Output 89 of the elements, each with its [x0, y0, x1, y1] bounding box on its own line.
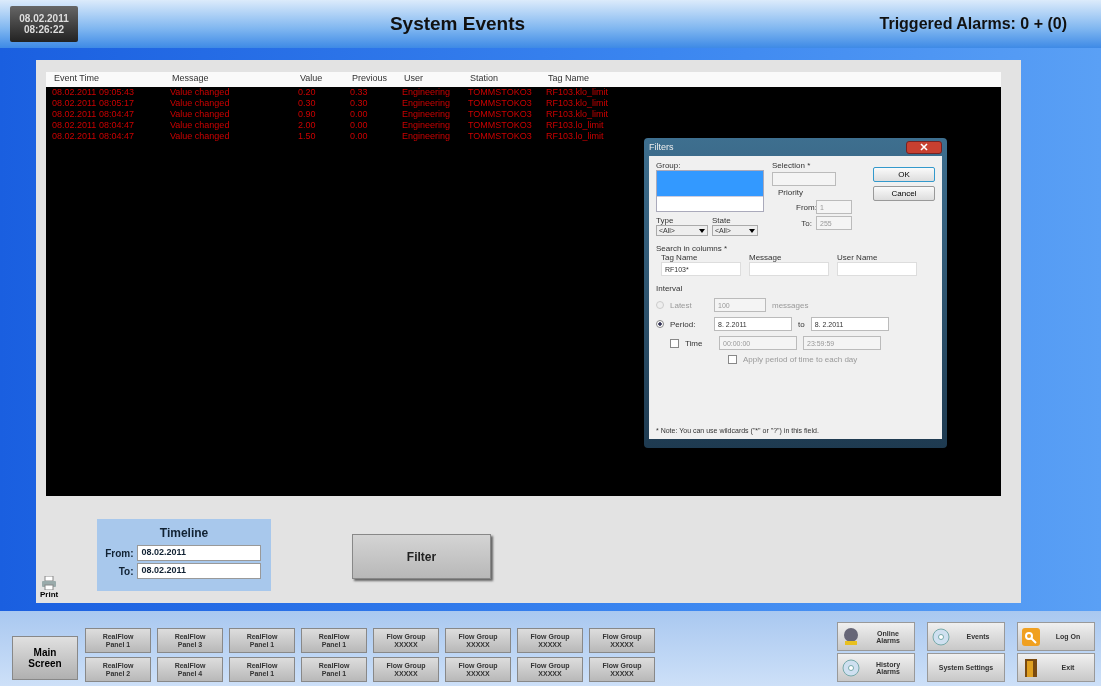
table-cell: 08.02.2011 08:04:47: [52, 109, 134, 119]
table-cell: Engineering: [402, 87, 451, 97]
table-cell: Engineering: [402, 98, 451, 108]
to-label: to: [798, 319, 805, 329]
table-cell: TOMMSTOKO3: [468, 87, 532, 97]
column-header[interactable]: Event Time: [54, 73, 100, 83]
table-cell: 0.00: [350, 120, 368, 130]
table-cell: 08.02.2011 08:04:47: [52, 120, 134, 130]
table-cell: Value changed: [170, 120, 230, 130]
field-label: User Name: [837, 253, 879, 262]
from-label: From:: [104, 547, 134, 559]
group-list[interactable]: [656, 170, 764, 212]
search-columns-label: Search in columns *: [656, 244, 729, 253]
column-header[interactable]: Value: [300, 73, 323, 83]
table-cell: 0.00: [350, 131, 368, 141]
table-cell: 2.00: [298, 120, 316, 130]
key-icon: [1021, 626, 1041, 647]
table-cell: RF103.klo_limit: [546, 98, 609, 108]
messages-label: messages: [772, 300, 809, 310]
table-cell: Engineering: [402, 109, 451, 119]
table-cell: RF103.klo_limit: [546, 87, 609, 97]
timeline-title: Timeline: [159, 526, 209, 540]
close-button[interactable]: [906, 140, 942, 154]
table-cell: 08.02.2011 08:05:17: [52, 98, 134, 108]
table-cell: 0.20: [298, 87, 316, 97]
interval-label: Interval: [656, 284, 684, 293]
table-cell: RF103.lo_limit: [546, 120, 604, 130]
table-cell: 0.30: [350, 98, 368, 108]
table-cell: Value changed: [170, 87, 230, 97]
list-item[interactable]: [657, 171, 763, 197]
latest-label: Latest: [670, 300, 693, 310]
column-header[interactable]: Message: [172, 73, 209, 83]
close-icon: [920, 143, 928, 151]
column-header[interactable]: Tag Name: [548, 73, 590, 83]
disc-icon: [841, 657, 861, 678]
column-header[interactable]: Previous: [352, 73, 387, 83]
filter-button[interactable]: Filter: [352, 534, 491, 579]
disc-icon: [931, 626, 951, 647]
time-checkbox[interactable]: [670, 338, 679, 348]
dialog-title: Filters: [649, 142, 674, 152]
table-cell: 0.00: [350, 109, 368, 119]
date-field[interactable]: 08.02.2011: [136, 563, 261, 579]
table-cell: Engineering: [402, 120, 451, 130]
table-cell: TOMMSTOKO3: [468, 109, 532, 119]
selection-field[interactable]: [772, 172, 836, 186]
state-label: State: [712, 216, 731, 225]
priority-label: Priority: [778, 188, 804, 197]
period-radio[interactable]: [656, 320, 664, 328]
table-cell: 1.50: [298, 131, 316, 141]
table-cell: RF103.lo_limit: [546, 131, 604, 141]
table-cell: RF103.klo_limit: [546, 109, 609, 119]
ok-button[interactable]: OK: [873, 167, 935, 182]
group-label: Group:: [656, 161, 682, 170]
type-label: Type: [656, 216, 674, 225]
alarm-bell-icon: [841, 626, 861, 647]
table-cell: Value changed: [170, 131, 230, 141]
field-label: Tag Name: [661, 253, 699, 262]
dropdown-arrow-icon: [749, 228, 755, 233]
selection-label: Selection *: [772, 161, 812, 170]
main-screen-button[interactable]: Main Screen: [12, 636, 78, 680]
to-label: To:: [117, 565, 134, 577]
table-cell: 0.90: [298, 109, 316, 119]
table-cell: 0.30: [298, 98, 316, 108]
table-cell: Value changed: [170, 109, 230, 119]
table-cell: TOMMSTOKO3: [468, 120, 532, 130]
column-header[interactable]: User: [404, 73, 423, 83]
triggered-alarms-count: Triggered Alarms: 0 + (0): [878, 15, 1067, 33]
window-title: System Events: [388, 13, 527, 35]
date-field[interactable]: 08.02.2011: [136, 545, 261, 561]
table-cell: TOMMSTOKO3: [468, 98, 532, 108]
table-cell: Engineering: [402, 131, 451, 141]
search-field[interactable]: [837, 262, 917, 276]
search-field[interactable]: [749, 262, 829, 276]
date-time-display: 08.02.2011 08:26:22: [10, 6, 78, 42]
column-header[interactable]: Station: [470, 73, 499, 83]
period-label: Period:: [670, 319, 697, 329]
apply-checkbox[interactable]: [728, 355, 737, 364]
time-label: Time: [685, 338, 704, 348]
dropdown-arrow-icon: [699, 228, 705, 233]
table-cell: TOMMSTOKO3: [468, 131, 532, 141]
field-label: Message: [749, 253, 783, 262]
apply-label: Apply period of time to each day: [743, 355, 858, 364]
table-cell: 08.02.2011 09:05:43: [52, 87, 134, 97]
table-cell: Value changed: [170, 98, 230, 108]
table-cell: 0.33: [350, 87, 368, 97]
to-label: To:: [800, 218, 812, 228]
cancel-button[interactable]: Cancel: [873, 186, 935, 201]
print-button[interactable]: Print: [40, 576, 59, 599]
table-cell: 08.02.2011 08:04:47: [52, 131, 134, 141]
